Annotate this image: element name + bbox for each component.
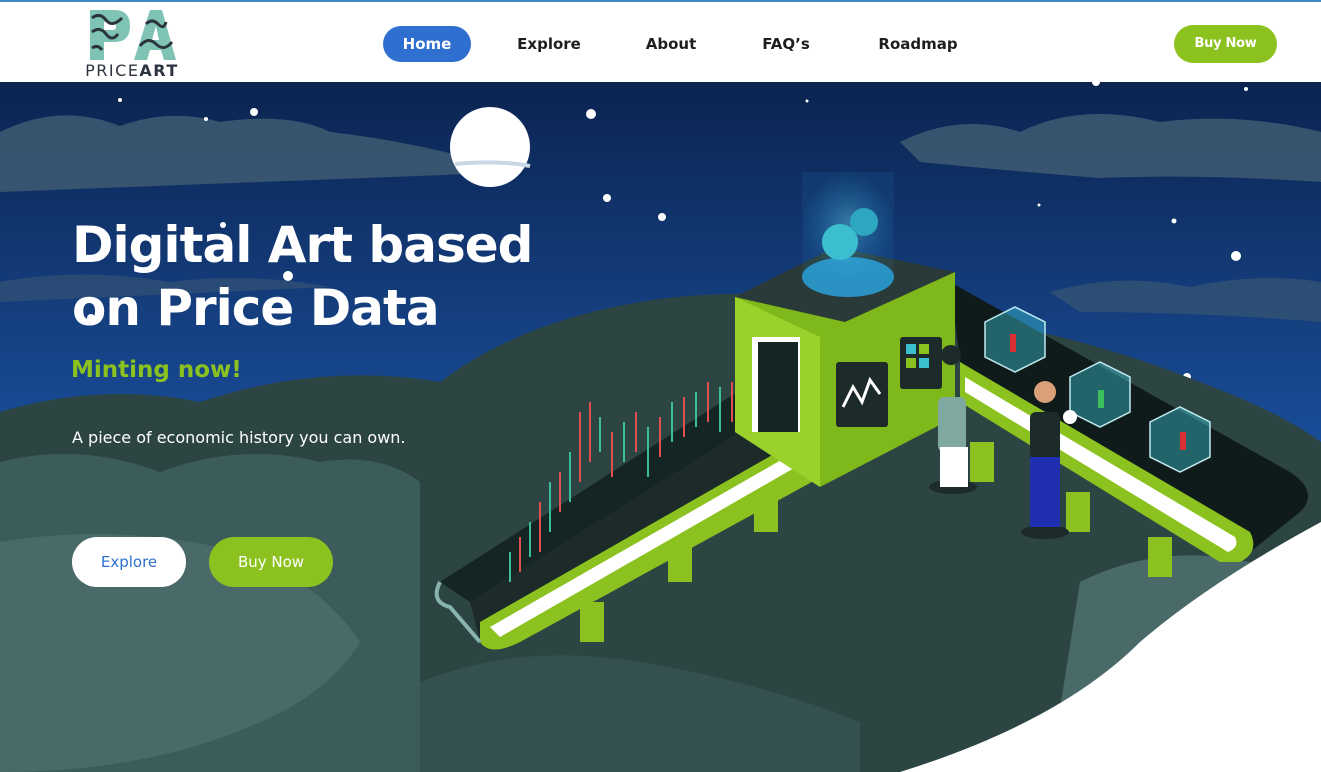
hero-section: Digital Art based on Price Data Minting … [0,82,1321,772]
hero-illustration [0,82,1321,772]
top-navigation-bar: PRICEART Home Explore About FAQ’s Roadma… [0,0,1321,82]
nav-explore[interactable]: Explore [501,26,597,62]
moon-illustration [450,107,530,187]
hero-buy-now-button[interactable]: Buy Now [209,537,333,587]
nav-about[interactable]: About [633,26,709,62]
nav-roadmap[interactable]: Roadmap [873,26,963,62]
hero-title-line2: on Price Data [72,279,440,337]
hero-title-line1: Digital Art based [72,216,533,274]
nav-faqs[interactable]: FAQ’s [753,26,819,62]
brand-name-part2: ART [139,61,179,80]
brand-wordmark: PRICEART [76,61,188,80]
brand-name-part1: PRICE [85,61,140,80]
hero-title: Digital Art based on Price Data [72,214,592,340]
nav-home[interactable]: Home [383,26,471,62]
hero-description: A piece of economic history you can own. [72,428,406,447]
hero-explore-button[interactable]: Explore [72,537,186,587]
pa-monogram-icon [90,10,176,60]
hero-subtitle: Minting now! [71,357,242,383]
brand-logo[interactable]: PRICEART [76,6,188,80]
header-buy-now-button[interactable]: Buy Now [1174,25,1277,63]
